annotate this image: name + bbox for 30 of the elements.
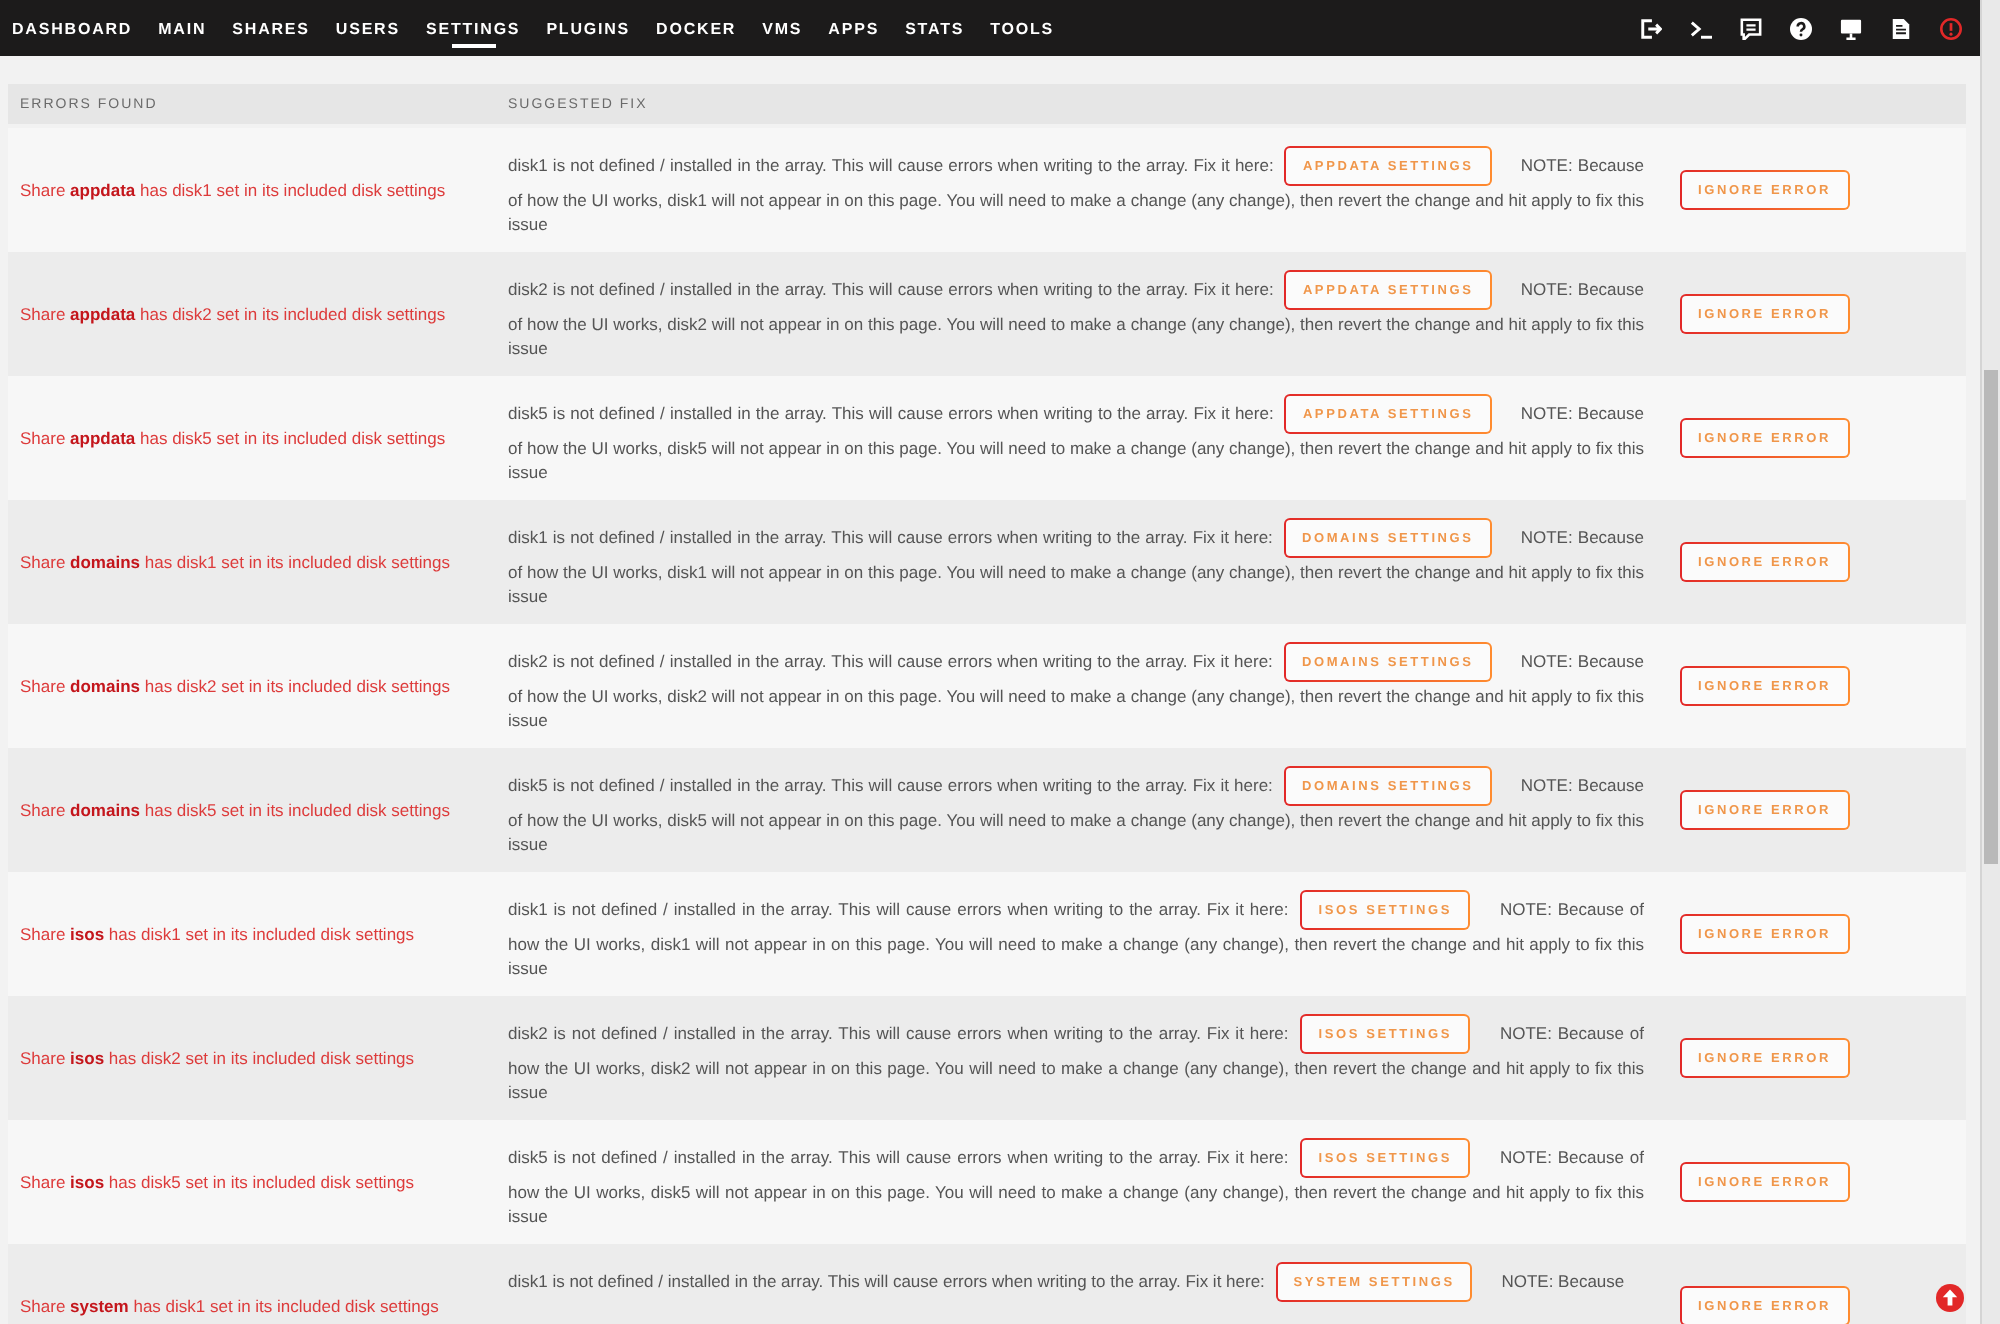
nav-tab[interactable]: DOCKER <box>656 0 737 56</box>
nav-tab[interactable]: USERS <box>335 0 400 56</box>
nav-tab[interactable]: TOOLS <box>990 0 1055 56</box>
error-text: Share isos has disk1 set in its included disk settings <box>18 924 417 944</box>
nav-tab[interactable]: MAIN <box>158 0 207 56</box>
error-text: Share domains has disk5 set in its included disk settings <box>18 800 452 820</box>
document-icon[interactable] <box>1890 17 1912 39</box>
error-text: Share appdata has disk5 set in its included disk settings <box>18 428 448 448</box>
help-icon[interactable] <box>1790 17 1812 39</box>
message-icon[interactable] <box>1740 17 1762 39</box>
error-text: Share isos has disk2 set in its included disk settings <box>18 1048 417 1068</box>
scrollbar-thumb[interactable] <box>1984 370 1998 864</box>
monitor-icon[interactable] <box>1840 17 1862 39</box>
error-text: Share appdata has disk2 set in its included disk settings <box>18 304 448 324</box>
error-text: Share isos has disk5 set in its included disk settings <box>18 1172 417 1192</box>
nav-tab[interactable]: DASHBOARD <box>12 0 133 56</box>
error-text: Share domains has disk2 set in its included disk settings <box>18 676 452 696</box>
error-text: Share system has disk1 set in its included disk settings <box>18 1296 441 1316</box>
nav-tab[interactable]: SHARES <box>232 0 310 56</box>
logout-icon[interactable] <box>1640 17 1662 39</box>
error-text: Share domains has disk1 set in its included disk settings <box>18 552 452 572</box>
arrow-up-circle-icon[interactable] <box>1936 1284 1964 1312</box>
nav-tab[interactable]: VMS <box>762 0 803 56</box>
alert-icon[interactable] <box>1940 17 1962 39</box>
scrollbar[interactable] <box>1980 0 2000 1324</box>
nav-tab[interactable]: STATS <box>905 0 965 56</box>
nav-tab[interactable]: APPS <box>828 0 880 56</box>
nav-tab[interactable]: PLUGINS <box>546 0 631 56</box>
terminal-icon[interactable] <box>1690 17 1712 39</box>
error-text: Share appdata has disk1 set in its included disk settings <box>18 180 448 200</box>
